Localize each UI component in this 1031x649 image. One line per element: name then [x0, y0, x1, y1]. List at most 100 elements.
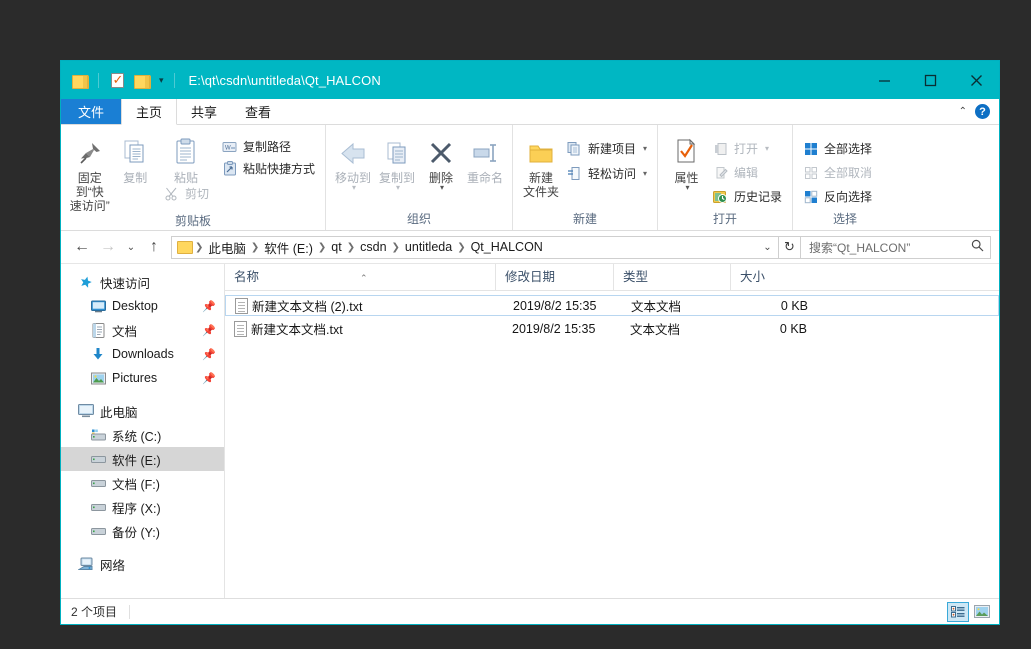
sidebar-item-downloads[interactable]: Downloads 📌 [61, 342, 224, 366]
select-none-button[interactable]: 全部取消 [799, 162, 876, 183]
sidebar-group-this-pc[interactable]: 此电脑 [61, 399, 224, 423]
easy-access-button[interactable]: 轻松访问 ▾ [563, 163, 651, 184]
paste-shortcut-button[interactable]: 粘贴快捷方式 [218, 158, 319, 179]
move-to-button[interactable]: 移动到 ▾ [332, 129, 374, 211]
breadcrumb[interactable]: ❯ 此电脑 ❯ 软件 (E:) ❯ qt ❯ csdn ❯ untitleda … [171, 235, 779, 259]
file-date: 2019/8/2 15:35 [513, 298, 597, 313]
tab-file[interactable]: 文件 [61, 99, 122, 124]
easy-access-dropdown-icon[interactable]: ▾ [643, 169, 647, 178]
breadcrumb-item-2[interactable]: qt [327, 240, 345, 254]
delete-button[interactable]: 删除 ▾ [420, 129, 462, 211]
new-item-button[interactable]: 新建项目 ▾ [563, 138, 651, 159]
rename-button[interactable]: 重命名 [464, 129, 506, 211]
ribbon-group-clipboard: 固定到“快 速访问” 复制 粘贴 剪切 W 复制路径 粘贴快捷方式 剪贴板 [61, 125, 325, 230]
sidebar-item-backup-y[interactable]: 备份 (Y:) [61, 519, 224, 543]
sidebar-group-quick-access[interactable]: 快速访问 [61, 270, 224, 294]
close-button[interactable] [953, 61, 999, 99]
table-row[interactable]: 新建文本文档 (2).txt 2019/8/2 15:35 文本文档 0 KB [225, 295, 999, 316]
open-dropdown-icon[interactable]: ▾ [765, 144, 769, 153]
properties-button[interactable]: 属性 ▾ [664, 129, 709, 211]
file-date: 2019/8/2 15:35 [512, 321, 596, 336]
breadcrumb-item-5[interactable]: Qt_HALCON [467, 240, 547, 254]
column-header-name[interactable]: 名称 ⌃ [225, 264, 495, 291]
copy-path-button[interactable]: W 复制路径 [218, 136, 319, 157]
edit-label: 编辑 [733, 166, 758, 180]
paste-button[interactable]: 粘贴 [158, 129, 214, 185]
minimize-button[interactable] [861, 61, 907, 99]
recent-locations-button[interactable]: ⌄ [121, 234, 141, 260]
sidebar-item-programs-x[interactable]: 程序 (X:) [61, 495, 224, 519]
refresh-button[interactable]: ↻ [779, 235, 801, 259]
table-row[interactable]: 新建文本文档.txt 2019/8/2 15:35 文本文档 0 KB [225, 318, 999, 339]
sidebar-item-software-e[interactable]: 软件 (E:) [61, 447, 224, 471]
column-header-size[interactable]: 大小 [730, 263, 812, 291]
file-name: 新建文本文档.txt [251, 323, 343, 337]
sidebar-label-pictures: Pictures [112, 371, 158, 385]
details-view-button[interactable] [947, 601, 969, 622]
copy-to-icon [382, 135, 412, 167]
pin-icon-pictures[interactable]: 📌 [202, 372, 216, 385]
sidebar-group-network[interactable]: 网络 [61, 552, 224, 576]
search-input[interactable]: 搜索“Qt_HALCON” [801, 235, 991, 259]
file-size: 0 KB [779, 321, 807, 336]
breadcrumb-item-0[interactable]: 此电脑 [204, 238, 250, 257]
cut-label: 剪切 [184, 187, 209, 201]
breadcrumb-dropdown-icon[interactable]: ⌄ [759, 242, 776, 253]
rename-icon [470, 135, 500, 167]
tab-home[interactable]: 主页 [121, 99, 178, 125]
delete-dropdown-icon[interactable]: ▾ [440, 184, 444, 192]
large-icons-view-button[interactable] [971, 602, 993, 622]
ribbon-group-new: 新建 文件夹 新建项目 ▾ 轻松访问 ▾ 新建 [512, 125, 657, 230]
ribbon-tabs: 文件 主页 共享 查看 ⌃ ? [61, 99, 999, 125]
sidebar-item-pictures[interactable]: Pictures 📌 [61, 366, 224, 390]
sidebar-item-documents-f[interactable]: 文档 (F:) [61, 471, 224, 495]
new-folder-label-line2: 文件夹 [522, 185, 559, 199]
qat-new-folder-icon[interactable] [131, 69, 153, 91]
documents-icon [89, 322, 107, 338]
drive-icon [89, 454, 107, 464]
sidebar-label-desktop: Desktop [112, 299, 158, 313]
edit-button[interactable]: 编辑 [709, 162, 786, 183]
sidebar-item-desktop[interactable]: Desktop 📌 [61, 294, 224, 318]
pin-to-quick-access-button[interactable]: 固定到“快 速访问” [67, 129, 112, 213]
pin-icon-downloads[interactable]: 📌 [202, 348, 216, 361]
svg-text:W: W [225, 145, 231, 151]
help-icon[interactable]: ? [975, 104, 990, 119]
select-all-button[interactable]: 全部选择 [799, 138, 876, 159]
column-header-date[interactable]: 修改日期 [495, 263, 613, 291]
qat-properties-icon[interactable] [106, 69, 128, 91]
up-button[interactable]: ↑ [141, 234, 167, 260]
new-folder-button[interactable]: 新建 文件夹 [519, 129, 563, 211]
history-button[interactable]: 历史记录 [709, 186, 786, 207]
cut-button[interactable]: 剪切 [158, 183, 214, 204]
breadcrumb-item-1[interactable]: 软件 (E:) [260, 238, 317, 257]
collapse-ribbon-icon[interactable]: ⌃ [959, 106, 967, 117]
qat-customize-dropdown-icon[interactable]: ▾ [156, 75, 167, 86]
paste-icon [172, 135, 200, 167]
invert-selection-button[interactable]: 反向选择 [799, 186, 876, 207]
tab-share[interactable]: 共享 [177, 99, 232, 124]
sidebar-item-system-c[interactable]: 系统 (C:) [61, 423, 224, 447]
new-item-dropdown-icon[interactable]: ▾ [643, 144, 647, 153]
title-bar: ▾ E:\qt\csdn\untitleda\Qt_HALCON [61, 61, 999, 99]
forward-button[interactable]: → [95, 234, 121, 260]
pin-icon-documents[interactable]: 📌 [202, 324, 216, 337]
breadcrumb-item-4[interactable]: untitleda [401, 240, 456, 254]
properties-dropdown-icon[interactable]: ▾ [685, 184, 689, 192]
breadcrumb-item-3[interactable]: csdn [356, 240, 390, 254]
star-icon [77, 275, 95, 289]
copy-button[interactable]: 复制 [112, 129, 157, 213]
copy-to-button[interactable]: 复制到 ▾ [376, 129, 418, 211]
qat-folder-icon[interactable] [69, 69, 91, 91]
column-header-type[interactable]: 类型 [613, 263, 730, 291]
maximize-button[interactable] [907, 61, 953, 99]
pin-icon-desktop[interactable]: 📌 [202, 300, 216, 313]
open-button[interactable]: 打开 ▾ [709, 138, 786, 159]
back-button[interactable]: ← [69, 234, 95, 260]
move-to-dropdown-icon[interactable]: ▾ [352, 184, 356, 192]
copy-to-dropdown-icon[interactable]: ▾ [396, 184, 400, 192]
tab-view[interactable]: 查看 [231, 99, 286, 124]
system-drive-icon [89, 429, 107, 441]
sidebar-item-documents[interactable]: 文档 📌 [61, 318, 224, 342]
